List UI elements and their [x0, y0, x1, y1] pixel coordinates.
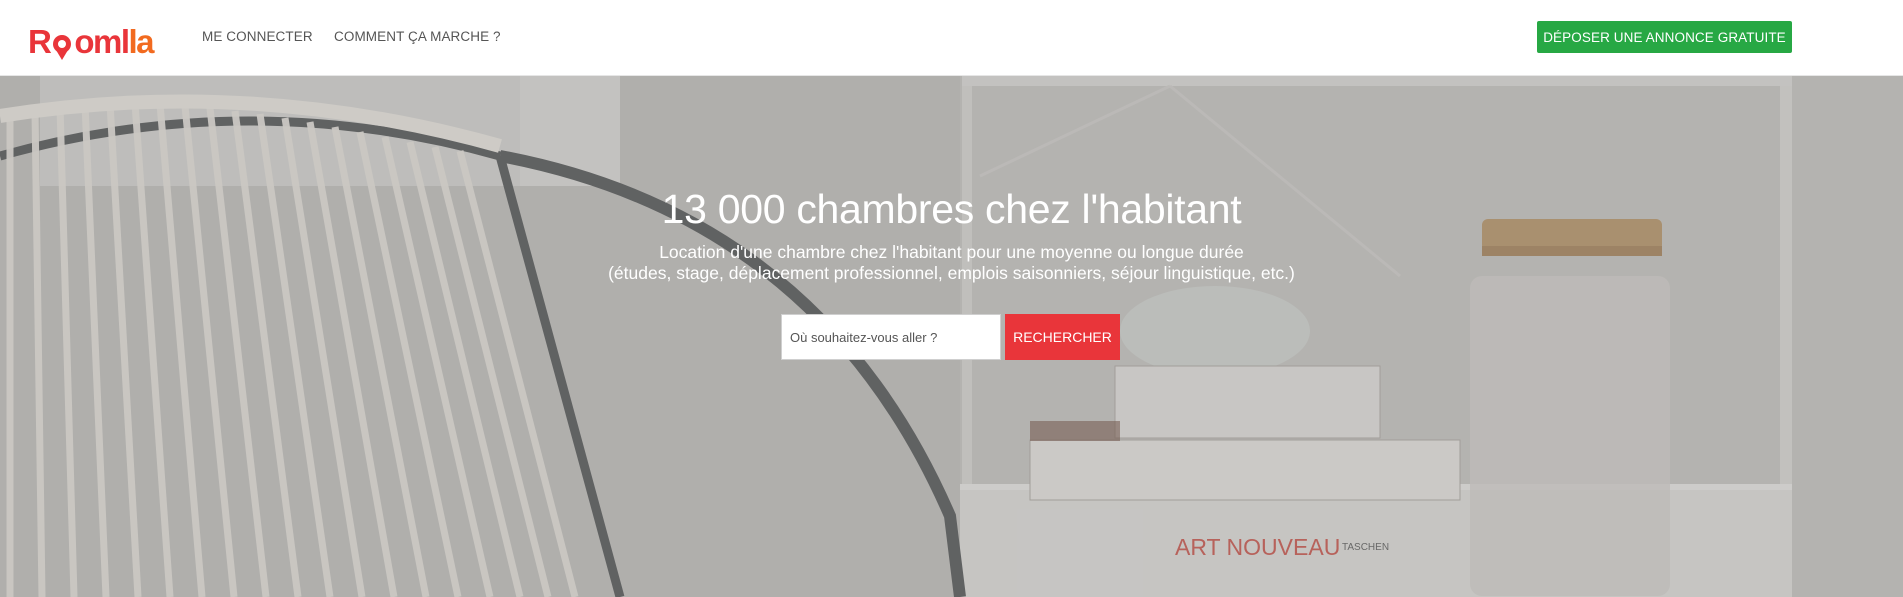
location-pin-icon: [51, 30, 73, 60]
hero-subtitle-line1: Location d'une chambre chez l'habitant p…: [659, 242, 1244, 262]
nav-login-link[interactable]: ME CONNECTER: [202, 29, 313, 44]
roomlala-logo[interactable]: R oml la: [28, 18, 155, 60]
logo-letter-r: R: [28, 23, 52, 60]
logo-letters-oml: oml: [74, 23, 130, 60]
hero-title: 13 000 chambres chez l'habitant: [661, 186, 1242, 232]
post-free-listing-button[interactable]: DÉPOSER UNE ANNONCE GRATUITE: [1537, 21, 1792, 53]
destination-search-input[interactable]: [781, 314, 1001, 360]
site-header: R oml la ME CONNECTER COMMENT ÇA MARCHE …: [0, 0, 1903, 76]
search-button[interactable]: RECHERCHER: [1005, 314, 1120, 360]
logo-letters-la: la: [128, 23, 155, 60]
hero-subtitle-line2: (études, stage, déplacement professionne…: [608, 263, 1295, 283]
nav-how-it-works-link[interactable]: COMMENT ÇA MARCHE ?: [334, 29, 501, 44]
hero-section: ART NOUVEAU TASCHEN 13 000 chambres chez…: [0, 76, 1903, 597]
